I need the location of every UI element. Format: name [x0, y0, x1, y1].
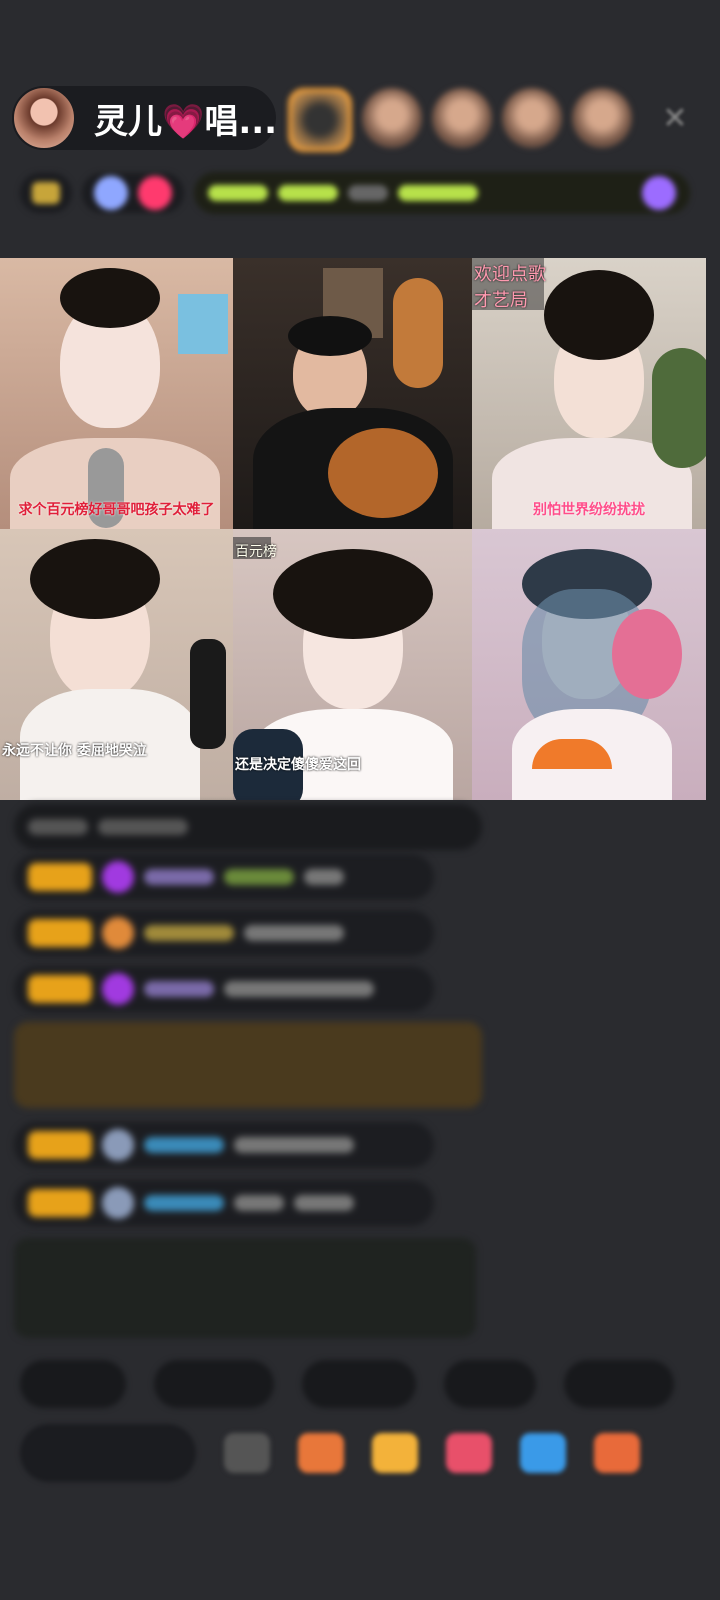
close-icon[interactable]: ✕ [660, 104, 690, 134]
guest-video-4[interactable]: 永远不让你 委屈地哭泣 [0, 529, 233, 800]
comment-input[interactable] [20, 1424, 196, 1482]
guest-video-2[interactable] [233, 258, 472, 529]
heart-icon[interactable] [446, 1433, 492, 1473]
rank-bar [20, 172, 690, 214]
chat-message [14, 804, 482, 850]
quick-reply-chip[interactable] [20, 1360, 126, 1408]
chat-message [14, 1180, 434, 1226]
quick-reply-chip[interactable] [564, 1360, 674, 1408]
quick-replies [20, 1360, 720, 1408]
quick-reply-chip[interactable] [154, 1360, 274, 1408]
viewer-avatar[interactable] [432, 88, 492, 148]
host-name: 灵儿💗唱... [94, 101, 274, 142]
guest-video-3[interactable]: 欢迎点歌 才艺局 别怕世界纷纷扰扰 [472, 258, 706, 529]
guest-video-5[interactable]: 百元榜 还是决定傻傻爱这回 [233, 529, 472, 800]
gift-box-icon[interactable] [298, 1433, 344, 1473]
chat-message-highlight [14, 1022, 482, 1108]
game-icon[interactable] [520, 1433, 566, 1473]
host-info[interactable]: 灵儿💗唱... [12, 86, 276, 150]
quick-reply-chip[interactable] [302, 1360, 416, 1408]
guest-caption: 还是决定傻傻爱这回 [235, 757, 361, 773]
multi-guest-video-grid: 求个百元榜好哥哥吧孩子太难了 欢迎点歌 才艺局 别怕世界纷纷扰扰 永远不让你 委… [0, 258, 706, 800]
host-avatar[interactable] [12, 86, 76, 150]
system-notice [14, 1238, 476, 1338]
bottom-toolbar [20, 1424, 720, 1482]
viewer-avatar[interactable] [502, 88, 562, 148]
emoji-icon[interactable] [224, 1433, 270, 1473]
guest-caption: 求个百元榜好哥哥吧孩子太难了 [18, 502, 215, 518]
quick-reply-chip[interactable] [444, 1360, 536, 1408]
guest-video-1[interactable]: 求个百元榜好哥哥吧孩子太难了 [0, 258, 233, 529]
guest-caption: 永远不让你 委屈地哭泣 [2, 743, 147, 759]
guest-video-6[interactable] [472, 529, 706, 800]
viewer-avatar[interactable] [362, 88, 422, 148]
rank-tag: 百元榜 [235, 544, 277, 560]
chat-message [14, 966, 434, 1012]
top-viewers [288, 88, 632, 152]
fans-chip[interactable] [82, 173, 184, 213]
gift-icon[interactable] [372, 1433, 418, 1473]
guest-caption: 别怕世界纷纷扰扰 [533, 502, 645, 518]
room-tag: 欢迎点歌 才艺局 [474, 264, 546, 311]
chat-message [14, 1122, 434, 1168]
activity-banner[interactable] [194, 172, 690, 214]
rank-chip[interactable] [20, 173, 72, 213]
chat-message [14, 910, 434, 956]
viewer-avatar[interactable] [572, 88, 632, 148]
viewer-avatar[interactable] [288, 88, 352, 152]
more-icon[interactable] [594, 1433, 640, 1473]
chat-message [14, 854, 434, 900]
